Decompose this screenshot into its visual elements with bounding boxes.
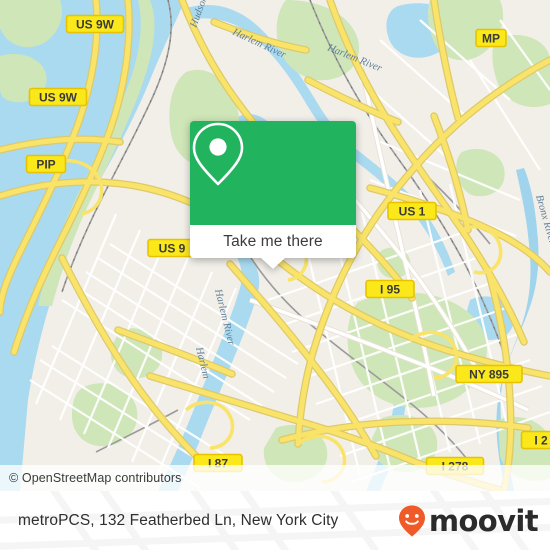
road-shield: US 1 <box>387 201 437 221</box>
road-shield-label: US 1 <box>399 204 426 218</box>
take-me-there-label: Take me there <box>223 232 323 250</box>
road-shield-label: PIP <box>36 157 55 171</box>
map-screenshot: Hudson Harlem River Harlem River Harlem … <box>0 0 550 550</box>
popup-action-bar[interactable]: Take me there <box>190 225 356 269</box>
road-shield: US 9W <box>65 14 125 34</box>
road-shield: US 9 <box>147 238 197 258</box>
road-shield-label: US 9W <box>76 17 115 31</box>
road-shield-label: US 9 <box>159 241 186 255</box>
road-shield: MP <box>475 28 507 48</box>
osm-attribution-text: © OpenStreetMap contributors <box>9 471 182 485</box>
footer-bar: metroPCS, 132 Featherbed Ln, New York Ci… <box>0 491 550 550</box>
road-shield: NY 895 <box>455 364 523 384</box>
osm-attribution-bar: © OpenStreetMap contributors <box>0 465 550 491</box>
road-shield-label: US 9W <box>39 90 78 104</box>
map-pin-icon <box>192 122 244 186</box>
road-shield: US 9W <box>28 87 88 107</box>
destination-popup[interactable]: Take me there <box>190 121 356 269</box>
road-shield-label: I 95 <box>380 282 400 296</box>
road-shield: I 2 <box>520 430 550 450</box>
moovit-logo[interactable]: moovit <box>397 504 539 538</box>
moovit-pin-icon <box>398 505 425 536</box>
road-shield-label: NY 895 <box>469 367 509 381</box>
road-shield-label: MP <box>482 31 500 45</box>
map-canvas[interactable]: Hudson Harlem River Harlem River Harlem … <box>0 0 550 491</box>
popup-tail-pointer <box>261 258 285 269</box>
road-shield: PIP <box>25 154 67 174</box>
popup-header <box>190 121 356 225</box>
road-shield-label: I 2 <box>534 433 548 447</box>
moovit-wordmark: moovit <box>428 504 539 538</box>
road-shield: I 95 <box>365 279 415 299</box>
place-address-text: metroPCS, 132 Featherbed Ln, New York Ci… <box>18 511 339 529</box>
